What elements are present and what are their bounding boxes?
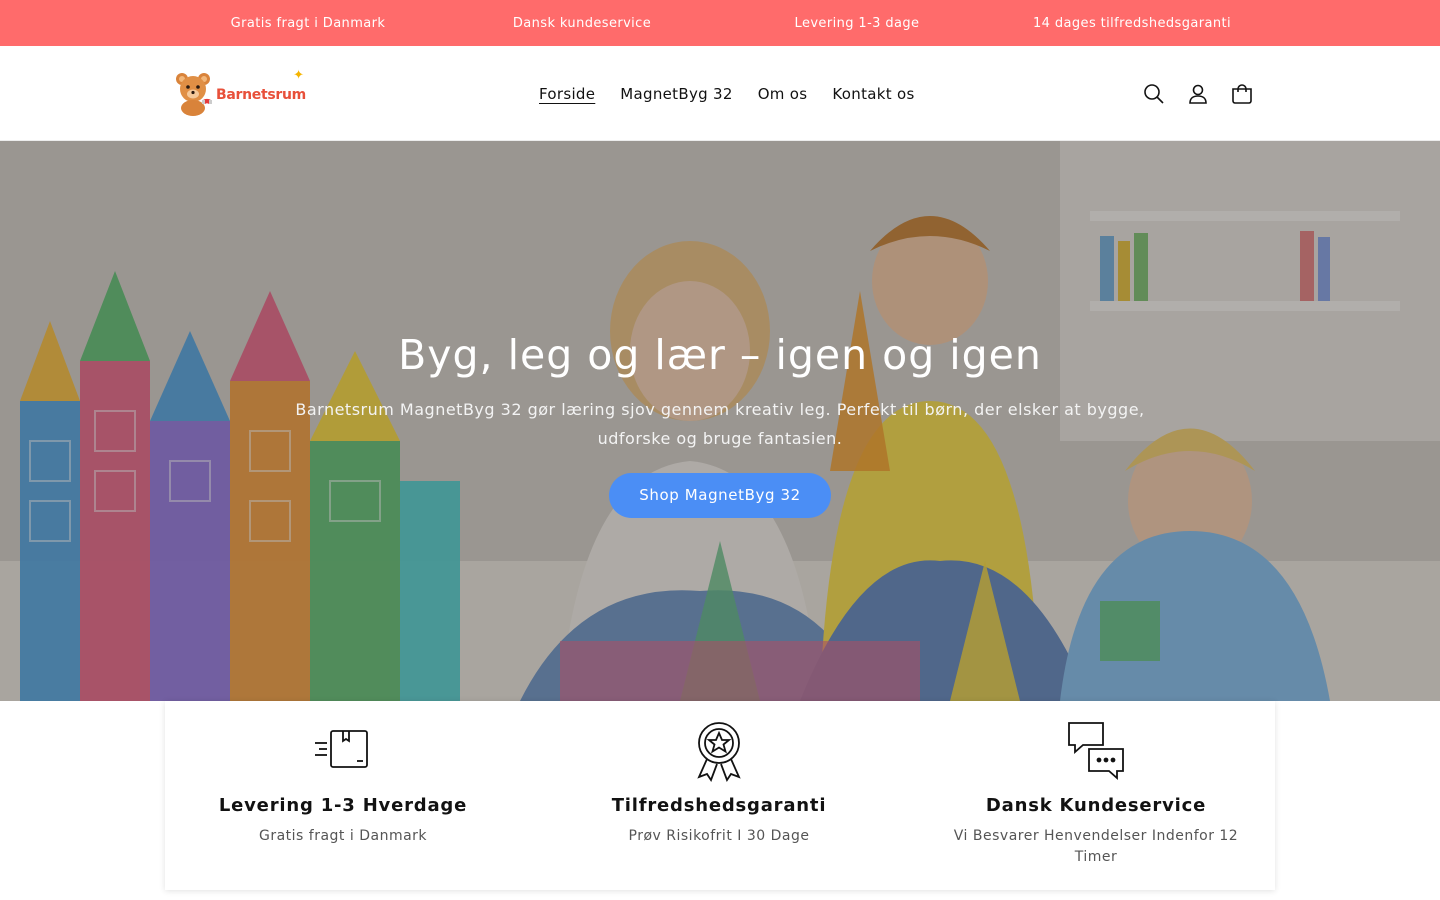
shop-button[interactable]: Shop MagnetByg 32 (609, 473, 831, 518)
feature-title: Tilfredshedsgaranti (611, 795, 827, 816)
delivery-box-icon (163, 719, 523, 783)
feature-text: Vi Besvarer Henvendelser Indenfor 12 Tim… (953, 828, 1239, 865)
announcement-item: Levering 1-3 dage (794, 15, 920, 31)
announcement-item: Dansk kundeservice (512, 15, 652, 31)
hero-banner: Byg, leg og lær – igen og igen Barnetsru… (0, 141, 1440, 701)
teddy-bear-icon (172, 67, 218, 117)
cart-icon[interactable] (1220, 72, 1264, 116)
announcement-item: Gratis fragt i Danmark (230, 15, 386, 31)
logo-text: Barnetsrum (216, 87, 306, 103)
feature-title: Levering 1-3 Hverdage (218, 795, 468, 816)
award-badge-icon (539, 719, 899, 783)
nav-link-kontakt-os[interactable]: Kontakt os (832, 85, 914, 103)
nav-link-om-os[interactable]: Om os (758, 85, 808, 103)
feature-text: Gratis fragt i Danmark (258, 828, 428, 844)
hero-title: Byg, leg og lær – igen og igen (398, 331, 1042, 379)
sparkle-icon: ✦ (293, 68, 304, 83)
nav-link-magnetbyg[interactable]: MagnetByg 32 (620, 85, 732, 103)
chat-bubbles-icon (916, 719, 1276, 783)
account-icon[interactable] (1176, 72, 1220, 116)
feature-title: Dansk Kundeservice (985, 795, 1207, 816)
main-nav: Forside MagnetByg 32 Om os Kontakt os (539, 46, 940, 141)
feature-support: Dansk Kundeservice Vi Besvarer Henvendel… (916, 701, 1276, 868)
hero-content: Byg, leg og lær – igen og igen Barnetsru… (0, 329, 1440, 518)
feature-delivery: Levering 1-3 Hverdage Gratis fragt i Dan… (163, 701, 523, 847)
search-icon[interactable] (1132, 72, 1176, 116)
feature-guarantee: Tilfredshedsgaranti Prøv Risikofrit I 30… (539, 701, 899, 847)
header-icons (1132, 46, 1264, 141)
logo[interactable]: Barnetsrum ✦ (172, 66, 314, 118)
feature-text: Prøv Risikofrit I 30 Dage (628, 828, 810, 844)
announcement-item: 14 dages tilfredshedsgaranti (1033, 15, 1231, 31)
features-card: Levering 1-3 Hverdage Gratis fragt i Dan… (165, 701, 1275, 890)
site-header: Barnetsrum ✦ Forside MagnetByg 32 Om os … (0, 46, 1440, 141)
announcement-bar: Gratis fragt i Danmark Dansk kundeservic… (0, 0, 1440, 46)
hero-subtitle: Barnetsrum MagnetByg 32 gør læring sjov … (295, 400, 1145, 448)
nav-link-forside[interactable]: Forside (539, 85, 595, 103)
